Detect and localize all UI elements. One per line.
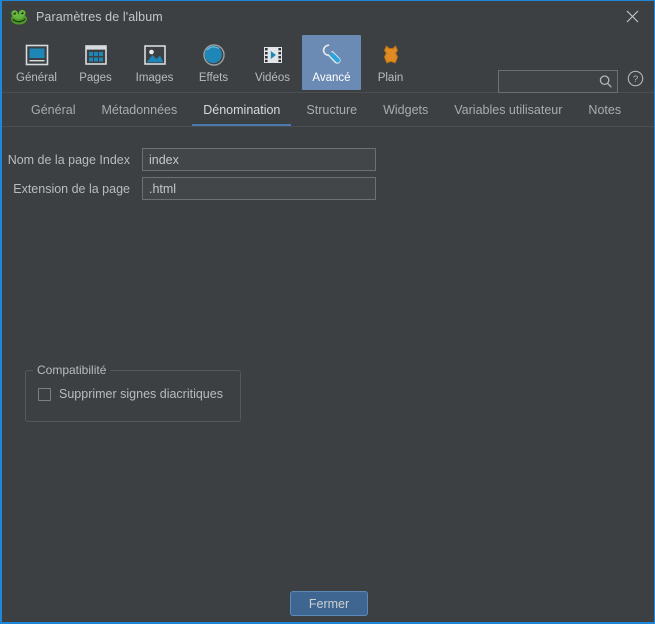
- remove-diacritics-checkbox[interactable]: [38, 387, 51, 401]
- tab-notes[interactable]: Notes: [575, 93, 634, 126]
- window-title: Paramètres de l'album: [36, 10, 163, 24]
- page-extension-row: Extension de la page: [2, 177, 392, 200]
- toolbar-label: Effets: [198, 72, 229, 84]
- help-circle-icon: ?: [627, 70, 644, 92]
- search-input[interactable]: [499, 74, 598, 89]
- toolbar-label: Images: [135, 72, 174, 84]
- close-icon: [626, 10, 639, 23]
- tab-label: Général: [31, 102, 76, 117]
- tab-user-variables[interactable]: Variables utilisateur: [441, 93, 575, 126]
- svg-text:?: ?: [632, 74, 637, 85]
- tab-label: Métadonnées: [101, 102, 178, 117]
- picture-icon: [140, 40, 170, 70]
- toolbar-label: Pages: [79, 72, 112, 84]
- compatibility-group-title: Compatibilité: [33, 363, 111, 377]
- remove-diacritics-label: Supprimer signes diacritiques: [59, 387, 223, 401]
- tab-label: Notes: [588, 102, 622, 117]
- toolbar-item-plain[interactable]: Plain: [361, 35, 420, 90]
- toolbar-label: Avancé: [312, 72, 351, 84]
- monitor-icon: [22, 40, 52, 70]
- wrench-icon: [317, 40, 347, 70]
- grid-icon: [81, 40, 111, 70]
- category-toolbar: Général Pages Images Effets Vidéos Avanc…: [2, 33, 654, 93]
- close-window-button[interactable]: [610, 1, 654, 32]
- tab-label: Variables utilisateur: [454, 102, 563, 117]
- tab-label: Widgets: [383, 102, 429, 117]
- toolbar-item-general[interactable]: Général: [7, 35, 66, 90]
- tab-metadata[interactable]: Métadonnées: [88, 93, 190, 126]
- frog-icon: [9, 7, 29, 27]
- page-extension-input[interactable]: [142, 177, 376, 200]
- tab-widgets[interactable]: Widgets: [370, 93, 441, 126]
- toolbar-label: Vidéos: [255, 72, 290, 84]
- remove-diacritics-checkbox-row[interactable]: Supprimer signes diacritiques: [38, 387, 223, 401]
- tab-label: Dénomination: [203, 102, 281, 117]
- page-extension-label: Extension de la page: [13, 181, 130, 196]
- tab-naming[interactable]: Dénomination: [190, 93, 293, 126]
- toolbar-item-videos[interactable]: Vidéos: [243, 35, 302, 90]
- toolbar-item-pages[interactable]: Pages: [66, 35, 125, 90]
- hide-skin-icon: [376, 40, 406, 70]
- tab-label: Structure: [306, 102, 358, 117]
- help-button[interactable]: ?: [625, 70, 645, 92]
- search-box[interactable]: [498, 70, 618, 93]
- toolbar-item-images[interactable]: Images: [125, 35, 184, 90]
- index-page-name-input[interactable]: [142, 148, 376, 171]
- close-button[interactable]: Fermer: [290, 591, 368, 616]
- settings-tab-bar: Général Métadonnées Dénomination Structu…: [2, 93, 654, 127]
- toolbar-label: Général: [16, 72, 57, 84]
- toolbar-item-effects[interactable]: Effets: [184, 35, 243, 90]
- toolbar-item-advanced[interactable]: Avancé: [302, 35, 361, 90]
- compatibility-group: Compatibilité Supprimer signes diacritiq…: [25, 363, 241, 422]
- title-bar: Paramètres de l'album: [2, 1, 654, 33]
- search-icon[interactable]: [598, 74, 613, 89]
- sphere-icon: [199, 40, 229, 70]
- index-page-name-label: Nom de la page Index: [7, 152, 130, 167]
- index-page-name-row: Nom de la page Index: [2, 148, 392, 171]
- settings-panel: Nom de la page Index Extension de la pag…: [2, 127, 654, 622]
- toolbar-label: Plain: [377, 72, 404, 84]
- tab-general[interactable]: Général: [18, 93, 88, 126]
- album-settings-window: Paramètres de l'album Général Pages Imag…: [0, 0, 655, 624]
- filmstrip-icon: [258, 40, 288, 70]
- tab-structure[interactable]: Structure: [293, 93, 370, 126]
